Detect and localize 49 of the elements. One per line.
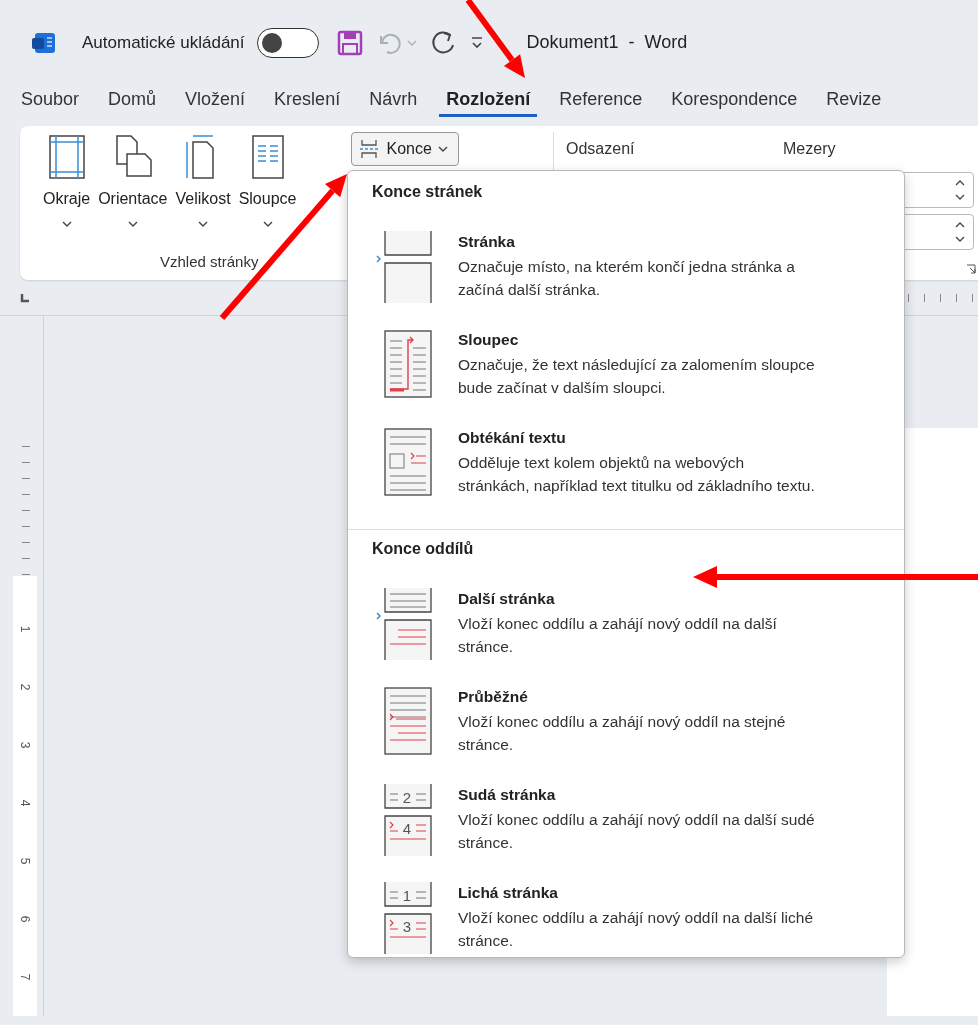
menu-item[interactable]: Obtékání textu Odděluje text kolem objektů na webových stránkách, například text titulku od základního textu.: [348, 427, 904, 525]
menu-item[interactable]: Další stránka Vloží konec oddílu a zahájí nový oddíl na další stránce.: [348, 588, 904, 686]
margins-icon: [46, 134, 87, 180]
ribbon-tab[interactable]: Kreslení: [267, 85, 348, 119]
caret-icon: [127, 220, 138, 228]
spacing-label: Mezery: [783, 140, 837, 158]
ruler-number: 2: [18, 683, 32, 691]
ribbon-tab[interactable]: Návrh: [362, 85, 425, 119]
menu-section-heading: Konce oddílů: [371, 540, 475, 559]
caret-icon: [262, 220, 273, 228]
ruler-number: 1: [18, 625, 32, 633]
ribbon-tab[interactable]: Reference: [552, 85, 650, 119]
break-type-icon: [374, 231, 434, 303]
ribbon-tab[interactable]: Revize: [819, 85, 889, 119]
ruler-number: 7: [18, 973, 32, 981]
ruler-number: 3: [18, 741, 32, 749]
menu-item[interactable]: Průběžné Vloží konec oddílu a zahájí nový oddíl na stejné stránce.: [348, 686, 904, 784]
caret-icon: [198, 220, 209, 228]
menu-item[interactable]: 2 4 Sudá stránka Vloží konec oddílu a zahájí nový oddíl na další sudé stránce.: [348, 784, 904, 882]
breaks-icon: [358, 138, 381, 160]
ribbon-tab[interactable]: Korespondence: [664, 85, 805, 119]
menu-item[interactable]: Sloupec Označuje, že text následující za zalomením sloupce bude začínat v dalším sloupci.: [348, 329, 904, 427]
ruler-number: 6: [18, 915, 32, 923]
caret-icon: [61, 220, 72, 228]
tab-stop-icon[interactable]: [20, 292, 30, 303]
menu-item[interactable]: Stránka Označuje místo, na kterém končí jedna stránka a začíná další stránka.: [348, 231, 904, 329]
breaks-dropdown-button[interactable]: Konce: [351, 132, 459, 166]
group-label: Vzhled stránky: [160, 253, 259, 270]
menu-item[interactable]: 1 3 Lichá stránka Vloží konec oddílu a zahájí nový oddíl na další liché stránce.: [348, 882, 904, 980]
ribbon-tab[interactable]: Domů: [101, 85, 164, 119]
ribbon-tab[interactable]: Soubor: [14, 85, 87, 119]
ribbon-tab[interactable]: Rozložení: [439, 85, 538, 117]
break-type-icon: [374, 588, 434, 660]
save-icon[interactable]: [336, 29, 363, 56]
ribbon-button[interactable]: Okraje: [40, 132, 94, 230]
ribbon-button[interactable]: Orientace: [95, 132, 171, 230]
ruler-number: 5: [18, 857, 32, 865]
autosave-label: Automatické ukládání: [82, 32, 245, 53]
menu-section-heading: Konce stránek: [371, 183, 484, 202]
dialog-launcher-icon[interactable]: [966, 264, 976, 274]
indent-label: Odsazení: [566, 140, 636, 158]
word-logo-icon: [32, 30, 56, 55]
autosave-toggle[interactable]: [256, 27, 319, 58]
caret-icon: [437, 145, 448, 153]
ribbon-tab[interactable]: Vložení: [178, 85, 253, 119]
ribbon-button[interactable]: Sloupce: [235, 132, 300, 230]
window-title: Dokument1 - Word: [526, 32, 688, 53]
ribbon-button[interactable]: Velikost: [172, 132, 234, 230]
ruler-number: 4: [18, 799, 32, 807]
